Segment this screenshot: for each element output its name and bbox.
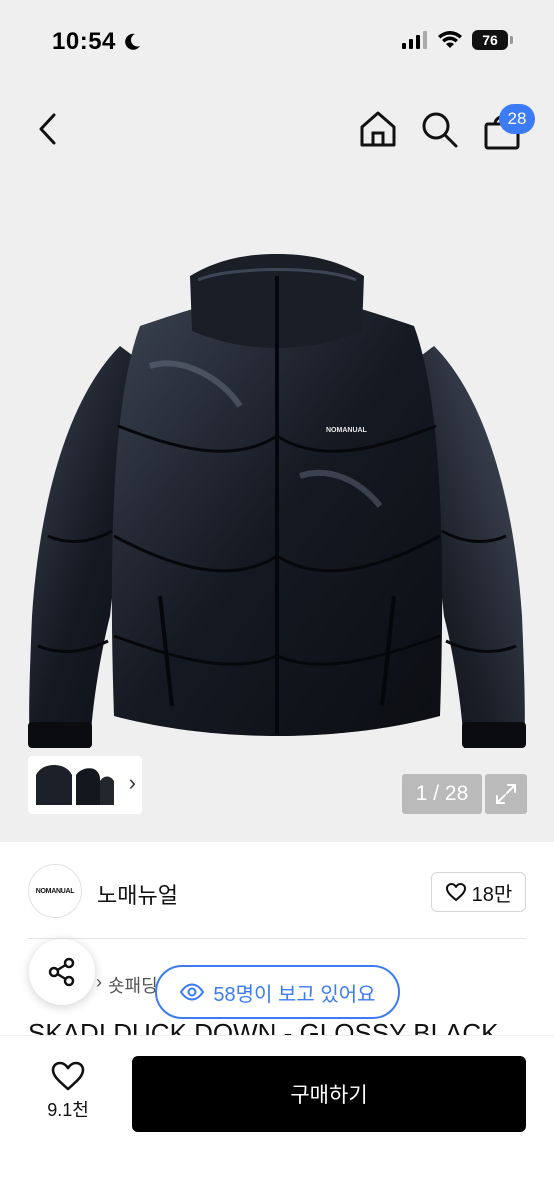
brand-like-count: 18만 bbox=[471, 883, 513, 906]
product-title: SKADI DUCK DOWN - GLOSSY BLACK bbox=[28, 1016, 548, 1036]
status-time-text: 10:54 bbox=[52, 28, 116, 55]
status-time: 10:54 bbox=[52, 28, 142, 56]
product-image[interactable]: NOMANUAL bbox=[0, 236, 554, 756]
product-title-text: SKADI DUCK DOWN - GLOSSY BLACK bbox=[28, 1018, 499, 1036]
wishlist-count: 9.1천 bbox=[47, 1100, 89, 1120]
viewers-count-pill: 58명이 보고 있어요 bbox=[155, 965, 400, 1019]
brand-name[interactable]: 노매뉴얼 bbox=[97, 878, 178, 910]
wishlist-button[interactable]: 9.1천 bbox=[28, 1060, 108, 1122]
jacket-logo-text: NOMANUAL bbox=[326, 427, 368, 434]
home-icon[interactable] bbox=[358, 110, 398, 148]
brand-row: NOMANUAL 노매뉴얼 18만 bbox=[0, 842, 554, 938]
brand-logo[interactable]: NOMANUAL bbox=[28, 864, 82, 918]
chevron-left-icon[interactable] bbox=[36, 112, 62, 146]
eye-icon bbox=[180, 983, 205, 1001]
expand-button[interactable] bbox=[485, 774, 527, 814]
breadcrumb: › 숏패딩 bbox=[96, 972, 158, 998]
buy-button[interactable]: 구매하기 bbox=[132, 1056, 526, 1132]
bottom-action-bar: 9.1천 구매하기 bbox=[0, 1035, 554, 1200]
cart-count: 28 bbox=[507, 109, 527, 128]
product-gallery[interactable]: NOMANUAL › 1 / 28 bbox=[0, 86, 554, 842]
brand-like-button[interactable]: 18만 bbox=[431, 872, 526, 912]
thumbnail-image[interactable] bbox=[32, 761, 116, 809]
heart-icon bbox=[51, 1061, 85, 1091]
wifi-icon bbox=[438, 31, 462, 48]
heart-icon bbox=[445, 883, 466, 901]
divider bbox=[28, 938, 526, 939]
brand-logo-text: NOMANUAL bbox=[35, 887, 75, 895]
battery-indicator: 76 bbox=[472, 30, 513, 50]
buy-button-label: 구매하기 bbox=[290, 1084, 368, 1107]
image-counter-text: 1 / 28 bbox=[415, 782, 469, 805]
viewers-count-text: 58명이 보고 있어요 bbox=[213, 983, 376, 1006]
thumbnail-next-chevron[interactable]: › bbox=[129, 770, 136, 796]
status-bar: 10:54 76 bbox=[0, 0, 554, 86]
status-icons: 76 bbox=[402, 30, 513, 50]
breadcrumb-category[interactable]: 숏패딩 bbox=[108, 972, 158, 998]
cellular-signal-icon bbox=[402, 31, 427, 49]
breadcrumb-separator: › bbox=[96, 972, 102, 992]
thumbnail-strip[interactable]: › bbox=[28, 756, 142, 814]
top-navigation bbox=[0, 86, 554, 176]
search-icon[interactable] bbox=[420, 110, 460, 150]
cart-count-badge: 28 bbox=[499, 104, 535, 134]
moon-icon bbox=[125, 33, 140, 50]
share-icon bbox=[48, 957, 75, 987]
expand-icon bbox=[496, 784, 516, 804]
image-counter: 1 / 28 bbox=[402, 774, 482, 814]
share-button[interactable] bbox=[29, 939, 95, 1005]
battery-level: 76 bbox=[482, 32, 498, 48]
